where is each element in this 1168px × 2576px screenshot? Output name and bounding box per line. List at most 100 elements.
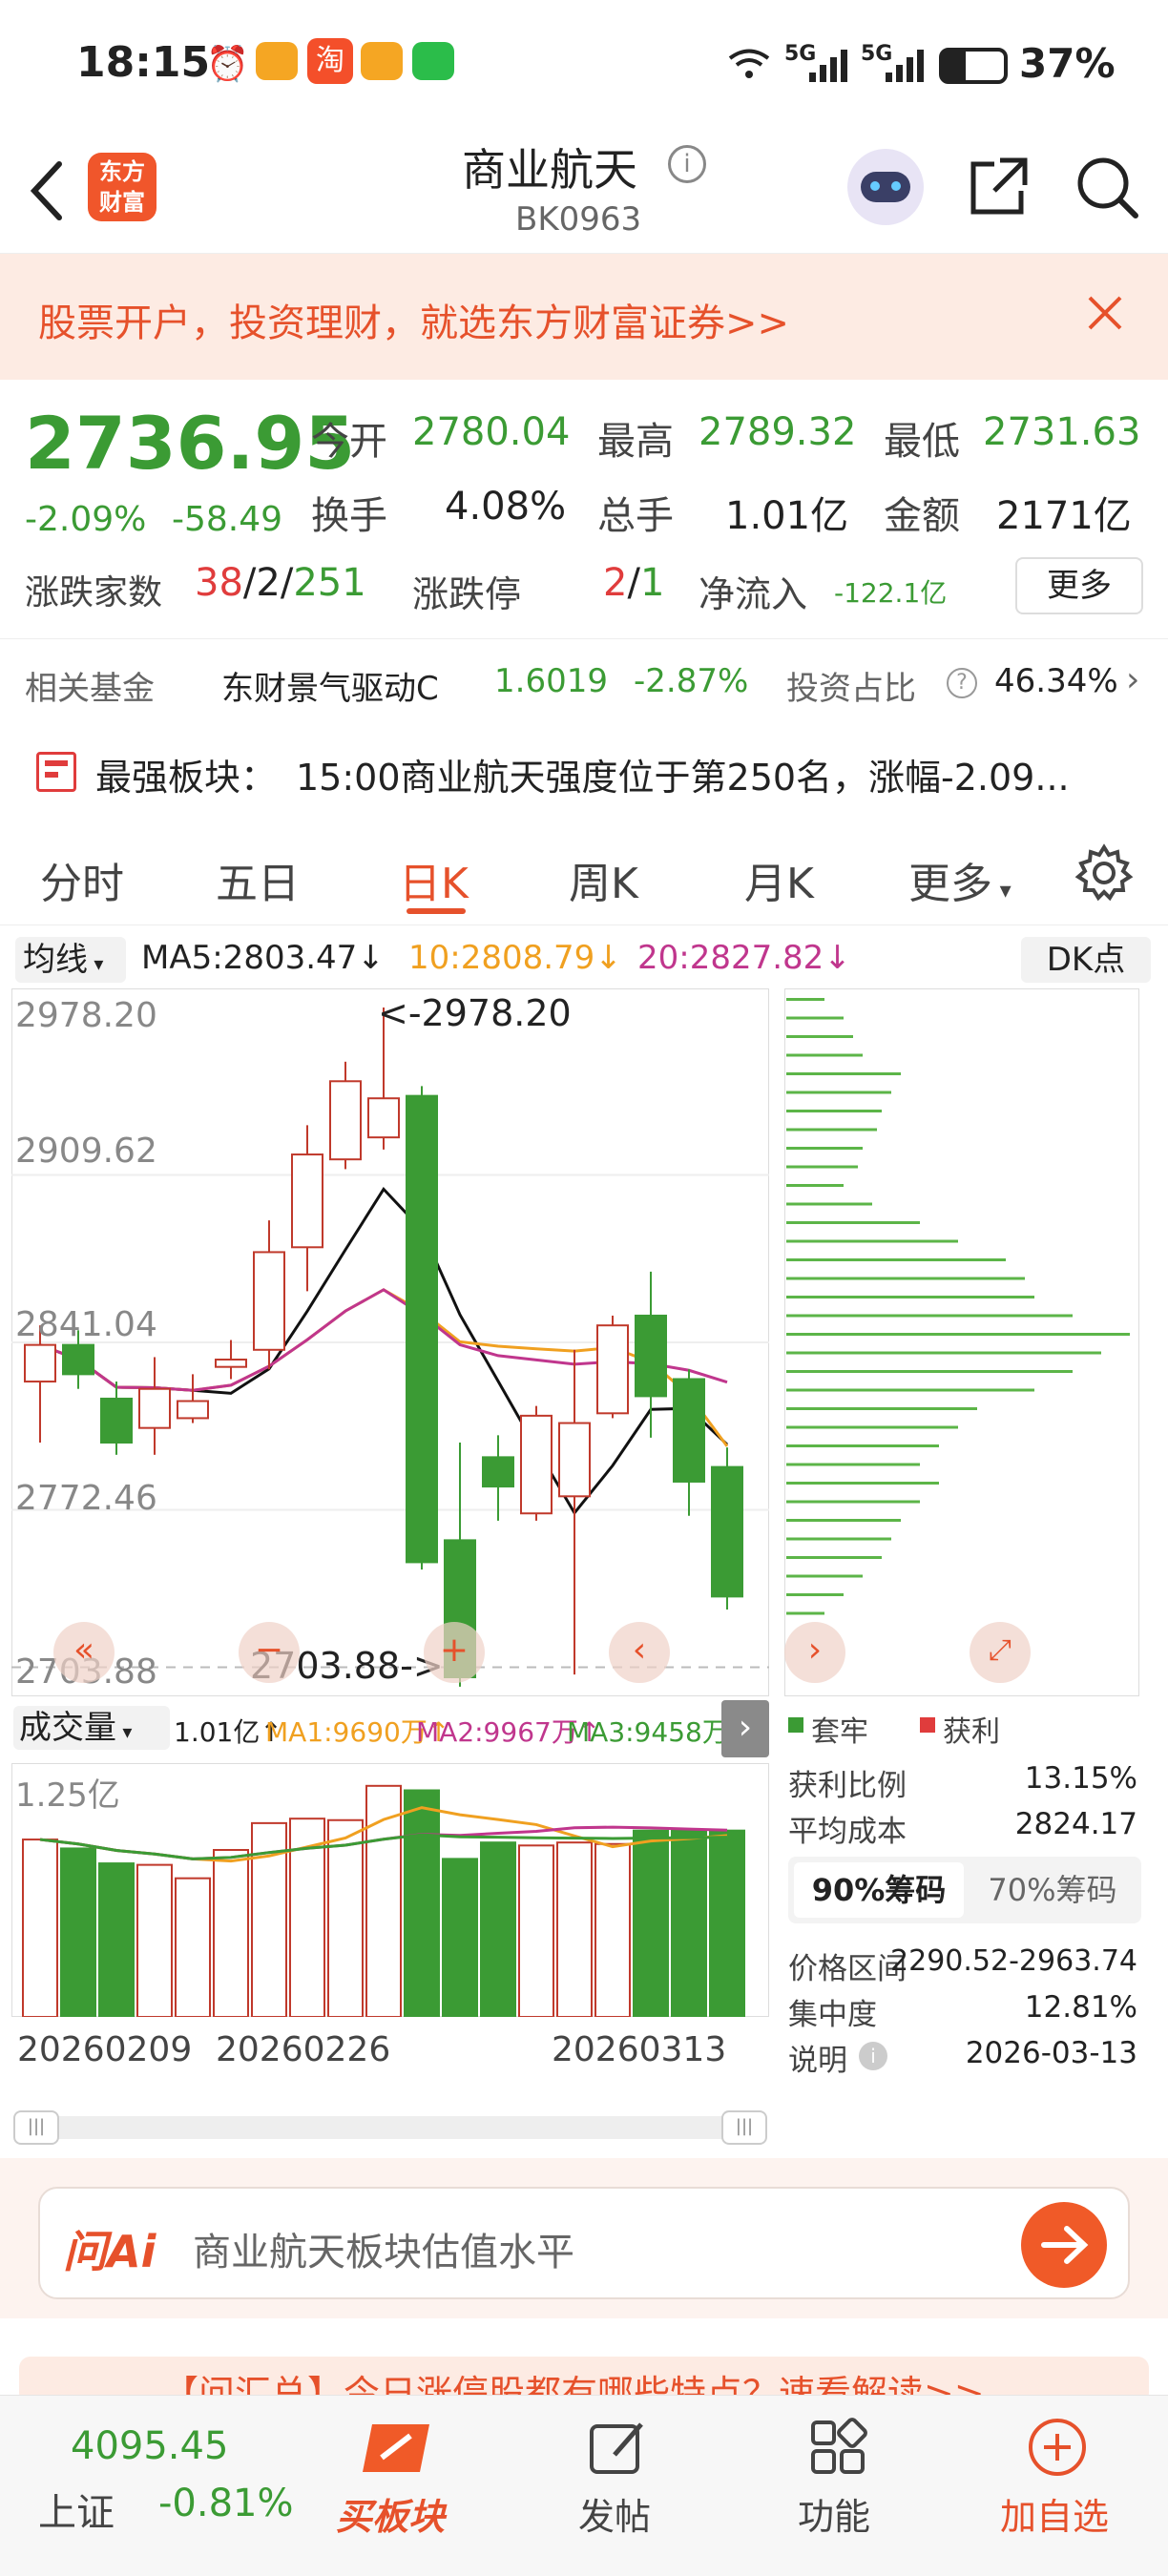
breadth-values: 38/2/251 (195, 561, 366, 605)
volume-bar (556, 1841, 593, 2018)
expand-icon[interactable]: ⤢ (970, 1622, 1031, 1683)
scroll-handle-right[interactable]: ||| (721, 2110, 767, 2145)
chip-bar (786, 1519, 901, 1522)
settings-gear-icon[interactable] (1074, 843, 1134, 906)
scroll-left-fast-icon[interactable]: « (53, 1622, 115, 1683)
buy-sector-icon[interactable] (353, 2415, 448, 2482)
scroll-handle-left[interactable]: ||| (13, 2110, 59, 2145)
kline-chart[interactable]: 2978.20 2909.62 2841.04 2772.46 2703.88 … (10, 987, 770, 1697)
tab-weekly-k[interactable]: 周K (569, 849, 638, 910)
scroll-left-icon[interactable]: ‹ (609, 1622, 670, 1683)
chip-bar (786, 1016, 844, 1020)
add-circle-icon[interactable] (1027, 2417, 1088, 2482)
volume-bar (633, 1829, 669, 2018)
y-tick-label: 2841.04 (15, 1305, 157, 1344)
ai-robot-icon[interactable] (847, 149, 924, 225)
share-icon[interactable] (966, 153, 1032, 223)
tab-more[interactable]: 更多 ▾ (908, 849, 1012, 910)
chip-date: 2026-03-13 (965, 2036, 1137, 2070)
candle-body (24, 1343, 56, 1383)
profit-ratio-value: 13.15% (1024, 1761, 1137, 1796)
volume-bar (213, 1849, 249, 2018)
promo-banner[interactable]: 股票开户，投资理财，就选东方财富证券>> (0, 254, 1168, 380)
chip-bar (786, 1277, 1025, 1280)
eastmoney-logo: 东方 财富 (88, 153, 156, 221)
ai-prompt-text[interactable]: 商业航天板块估值水平 (193, 2221, 574, 2276)
limit-label: 涨跌停 (412, 573, 522, 615)
chip-bar (786, 1110, 882, 1112)
ai-input-box[interactable]: 问Ai 商业航天板块估值水平 (38, 2187, 1130, 2299)
chart-scrollbar[interactable]: ||| ||| (13, 2110, 767, 2145)
amount-value: 2171亿 (996, 494, 1132, 538)
fund-name[interactable]: 东财景气驱动C (221, 662, 439, 709)
buy-sector-button[interactable]: 买板块 (336, 2487, 445, 2540)
volume-bar (327, 1818, 364, 2018)
chip-stats: 套牢 获利 获利比例 13.15% 平均成本 2824.17 90%筹码 70%… (784, 1704, 1147, 2086)
y-tick-label: 1.25亿 (15, 1776, 120, 1815)
y-tick-label: 2978.20 (15, 996, 157, 1035)
chip-bar (786, 998, 824, 1001)
strongest-sector-row[interactable]: 最强板块： 15:00商业航天强度位于第250名，涨幅-2.09... (0, 727, 1168, 821)
tab-five-day[interactable]: 五日 (216, 849, 300, 910)
chip-bar (786, 1407, 977, 1410)
quote-panel: 2736.95 -2.09% -58.49 今开 2780.04 最高 2789… (0, 380, 1168, 639)
amount-label: 金额 (884, 494, 960, 538)
volume-bar (709, 1829, 745, 2018)
arrow-right-icon[interactable] (1021, 2202, 1107, 2288)
volume-bar (442, 1858, 478, 2018)
more-button[interactable]: 更多 (1015, 557, 1143, 614)
help-icon[interactable]: ? (947, 668, 977, 698)
fund-pct: -2.87% (634, 662, 749, 700)
turnover-value: 4.08% (445, 485, 567, 529)
indicator-select[interactable]: 成交量 ▾ (13, 1706, 170, 1750)
ma20-value: 20:2827.82↓ (637, 939, 851, 977)
edit-post-icon[interactable] (586, 2417, 647, 2482)
tab-intraday[interactable]: 分时 (40, 849, 124, 910)
info-icon[interactable]: i (668, 145, 706, 183)
candle-body (138, 1387, 171, 1429)
chip-bar (786, 1147, 863, 1150)
volume-bar (671, 1829, 707, 2018)
tab-chip-90[interactable]: 90%筹码 (794, 1862, 964, 1918)
function-button[interactable]: 功能 (798, 2487, 870, 2540)
scroll-right-icon[interactable]: › (784, 1622, 845, 1683)
chip-bar (786, 1444, 939, 1447)
volume-bar (175, 1877, 211, 2018)
high-value: 2789.32 (699, 410, 857, 454)
avg-cost-label: 平均成本 (788, 1815, 907, 1849)
volume-legend-row: 成交量 ▾ 1.01亿↑ MA1:9690万↑ MA2:9967万↑ MA3:9… (0, 1698, 773, 1757)
volume-chart[interactable]: 1.25亿 (10, 1762, 770, 2018)
active-tab-indicator (407, 908, 466, 914)
add-watchlist-button[interactable]: 加自选 (1000, 2487, 1109, 2540)
candle-body (482, 1456, 514, 1488)
tab-monthly-k[interactable]: 月K (744, 849, 814, 910)
zoom-in-icon[interactable]: + (424, 1622, 485, 1683)
search-icon[interactable] (1073, 153, 1141, 225)
volume-value: 1.01亿 (725, 494, 849, 538)
strongest-text: 15:00商业航天强度位于第250名，涨幅-2.09... (296, 757, 1070, 799)
grid-function-icon[interactable] (807, 2417, 868, 2482)
ma-select[interactable]: 均线 ▾ (15, 937, 126, 983)
volume-bar (594, 1842, 631, 2018)
post-button[interactable]: 发帖 (578, 2487, 651, 2540)
bottom-nav: 4095.45 上证 -0.81% 买板块 发帖 功能 加自选 (0, 2395, 1168, 2576)
related-fund-row[interactable]: 相关基金 东财景气驱动C 1.6019 -2.87% 投资占比 ? 46.34%… (0, 639, 1168, 727)
candle-body (215, 1359, 247, 1368)
tab-daily-k[interactable]: 日K (399, 849, 469, 910)
tab-chip-70[interactable]: 70%筹码 (968, 1862, 1137, 1918)
back-icon[interactable] (21, 153, 78, 229)
chart-board-icon (36, 752, 76, 792)
volume-bar (518, 1844, 554, 2018)
price-range-value: 2290.52-2963.74 (890, 1944, 1137, 1978)
chip-bar (786, 1482, 939, 1485)
chip-bar (786, 1184, 844, 1187)
promo-text[interactable]: 股票开户，投资理财，就选东方财富证券>> (38, 292, 789, 347)
zoom-out-icon[interactable]: − (239, 1622, 300, 1683)
expand-arrow-icon[interactable]: › (721, 1700, 769, 1757)
info-icon[interactable]: i (859, 2042, 887, 2070)
description-label: 说明 (788, 2044, 847, 2078)
dk-point-button[interactable]: DK点 (1021, 937, 1151, 983)
close-icon[interactable] (1084, 292, 1126, 338)
candle-body (177, 1400, 209, 1420)
taobao-icon: 淘 (307, 38, 353, 84)
